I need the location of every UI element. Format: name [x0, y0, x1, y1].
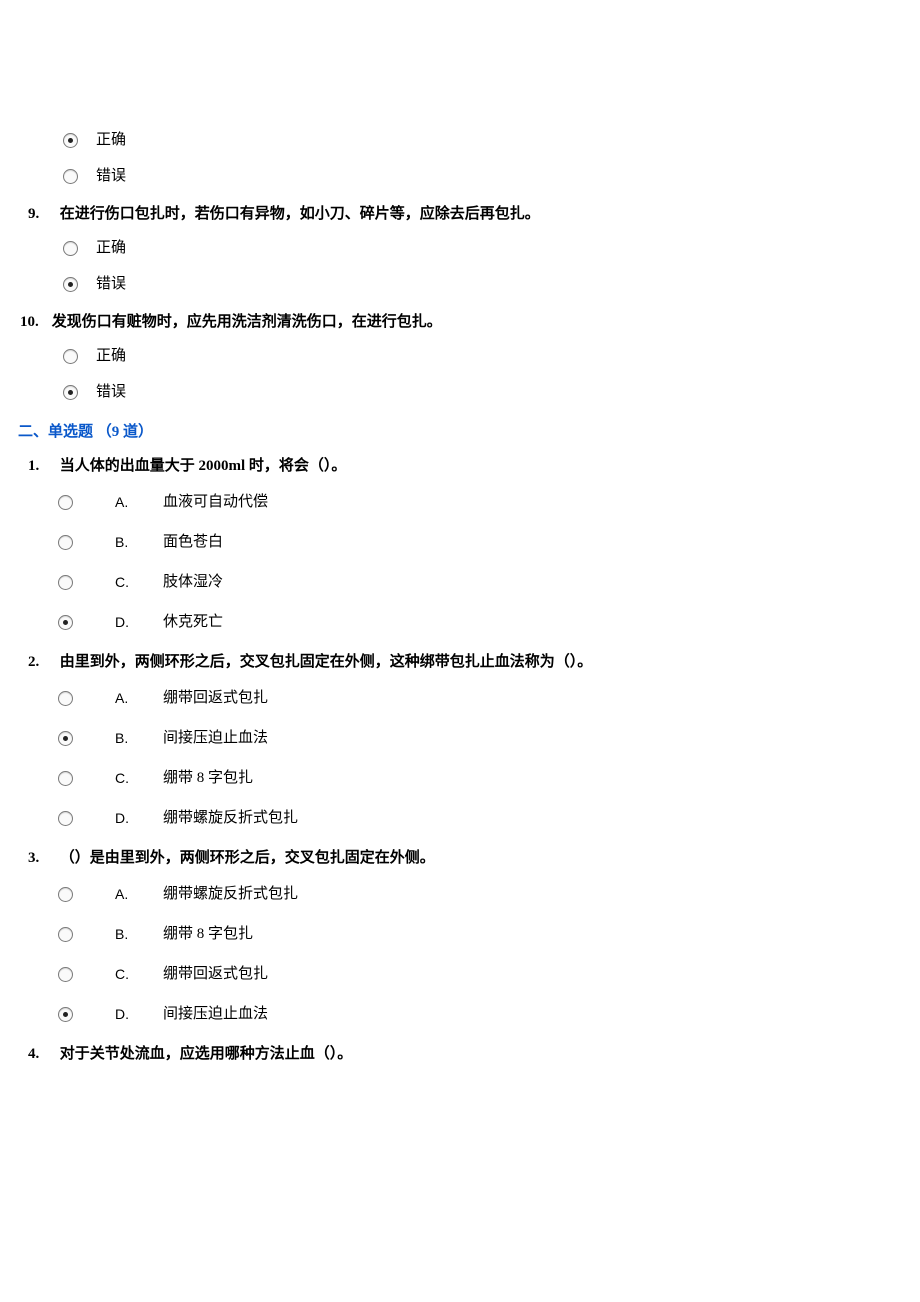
mc-q2-options: A. 绷带回返式包扎 B. 间接压迫止血法 C. 绷带 8 字包扎 D. 绷带螺… [18, 680, 902, 836]
option-letter: A. [115, 491, 163, 513]
q8-option-correct[interactable]: 正确 [63, 124, 902, 156]
mc-q2-option-c[interactable]: C. 绷带 8 字包扎 [58, 760, 902, 796]
q10-option-correct[interactable]: 正确 [63, 340, 902, 372]
option-text: 间接压迫止血法 [163, 1002, 268, 1026]
radio-unselected-icon [58, 495, 73, 510]
option-text: 血液可自动代偿 [163, 490, 268, 514]
option-text: 绷带螺旋反折式包扎 [163, 806, 298, 830]
radio-unselected-icon [63, 169, 78, 184]
radio-unselected-icon [63, 241, 78, 256]
option-letter: D. [115, 1003, 163, 1025]
radio-selected-icon [63, 133, 78, 148]
q9-text: 9. 在进行伤口包扎时，若伤口有异物，如小刀、碎片等，应除去后再包扎。 [28, 202, 902, 226]
radio-selected-icon [63, 277, 78, 292]
q8-options: 正确 错误 [18, 124, 902, 192]
option-text: 绷带 8 字包扎 [163, 922, 253, 946]
radio-selected-icon [58, 615, 73, 630]
radio-unselected-icon [58, 535, 73, 550]
radio-unselected-icon [58, 771, 73, 786]
question-body: 对于关节处流血，应选用哪种方法止血（）。 [60, 1046, 353, 1062]
mc-q3-option-d[interactable]: D. 间接压迫止血法 [58, 996, 902, 1032]
radio-selected-icon [58, 731, 73, 746]
q9-options: 正确 错误 [18, 232, 902, 300]
question-body: 发现伤口有赃物时，应先用洗洁剂清洗伤口，在进行包扎。 [52, 314, 442, 330]
radio-unselected-icon [58, 811, 73, 826]
mc-q1-option-d[interactable]: D. 休克死亡 [58, 604, 902, 640]
option-text: 绷带回返式包扎 [163, 962, 268, 986]
mc-q2-option-a[interactable]: A. 绷带回返式包扎 [58, 680, 902, 716]
option-text: 肢体湿冷 [163, 570, 223, 594]
mc-q1-option-a[interactable]: A. 血液可自动代偿 [58, 484, 902, 520]
option-text: 绷带 8 字包扎 [163, 766, 253, 790]
mc-q3-option-b[interactable]: B. 绷带 8 字包扎 [58, 916, 902, 952]
option-label: 正确 [96, 236, 126, 260]
radio-selected-icon [58, 1007, 73, 1022]
question-body: 由里到外，两侧环形之后，交叉包扎固定在外侧，这种绑带包扎止血法称为（）。 [60, 654, 593, 670]
radio-unselected-icon [58, 691, 73, 706]
question-number: 4. [28, 1042, 56, 1066]
option-letter: B. [115, 727, 163, 749]
q10-text: 10. 发现伤口有赃物时，应先用洗洁剂清洗伤口，在进行包扎。 [20, 310, 902, 334]
mc-q4-text: 4. 对于关节处流血，应选用哪种方法止血（）。 [28, 1042, 902, 1066]
question-body: 在进行伤口包扎时，若伤口有异物，如小刀、碎片等，应除去后再包扎。 [60, 206, 540, 222]
question-number: 3. [28, 846, 56, 870]
mc-q2-option-b[interactable]: B. 间接压迫止血法 [58, 720, 902, 756]
section2-header: 二、单选题 （9 道） [18, 420, 902, 444]
question-number: 1. [28, 454, 56, 478]
option-label: 错误 [96, 272, 126, 296]
radio-unselected-icon [58, 927, 73, 942]
option-text: 绷带螺旋反折式包扎 [163, 882, 298, 906]
option-label: 正确 [96, 344, 126, 368]
radio-unselected-icon [58, 887, 73, 902]
question-number: 2. [28, 650, 56, 674]
option-label: 错误 [96, 164, 126, 188]
option-text: 休克死亡 [163, 610, 223, 634]
radio-unselected-icon [58, 967, 73, 982]
option-text: 面色苍白 [163, 530, 223, 554]
option-letter: B. [115, 923, 163, 945]
option-label: 正确 [96, 128, 126, 152]
option-letter: B. [115, 531, 163, 553]
option-letter: A. [115, 687, 163, 709]
mc-q1-text: 1. 当人体的出血量大于 2000ml 时，将会（）。 [28, 454, 902, 478]
question-number: 10. [20, 310, 48, 334]
option-text: 间接压迫止血法 [163, 726, 268, 750]
option-letter: C. [115, 963, 163, 985]
question-body: 当人体的出血量大于 2000ml 时，将会（）。 [60, 458, 347, 474]
option-text: 绷带回返式包扎 [163, 686, 268, 710]
q9-option-correct[interactable]: 正确 [63, 232, 902, 264]
radio-unselected-icon [63, 349, 78, 364]
option-letter: C. [115, 767, 163, 789]
mc-q2-text: 2. 由里到外，两侧环形之后，交叉包扎固定在外侧，这种绑带包扎止血法称为（）。 [28, 650, 902, 674]
radio-unselected-icon [58, 575, 73, 590]
mc-q1-options: A. 血液可自动代偿 B. 面色苍白 C. 肢体湿冷 D. 休克死亡 [18, 484, 902, 640]
question-number: 9. [28, 202, 56, 226]
radio-selected-icon [63, 385, 78, 400]
option-label: 错误 [96, 380, 126, 404]
option-letter: A. [115, 883, 163, 905]
mc-q3-option-c[interactable]: C. 绷带回返式包扎 [58, 956, 902, 992]
mc-q1-option-b[interactable]: B. 面色苍白 [58, 524, 902, 560]
q10-option-wrong[interactable]: 错误 [63, 376, 902, 408]
q8-option-wrong[interactable]: 错误 [63, 160, 902, 192]
mc-q1-option-c[interactable]: C. 肢体湿冷 [58, 564, 902, 600]
option-letter: D. [115, 611, 163, 633]
option-letter: C. [115, 571, 163, 593]
mc-q2-option-d[interactable]: D. 绷带螺旋反折式包扎 [58, 800, 902, 836]
option-letter: D. [115, 807, 163, 829]
mc-q3-option-a[interactable]: A. 绷带螺旋反折式包扎 [58, 876, 902, 912]
mc-q3-text: 3. （）是由里到外，两侧环形之后，交叉包扎固定在外侧。 [28, 846, 902, 870]
mc-q3-options: A. 绷带螺旋反折式包扎 B. 绷带 8 字包扎 C. 绷带回返式包扎 D. 间… [18, 876, 902, 1032]
q9-option-wrong[interactable]: 错误 [63, 268, 902, 300]
exam-page: 正确 错误 9. 在进行伤口包扎时，若伤口有异物，如小刀、碎片等，应除去后再包扎… [0, 0, 920, 1112]
q10-options: 正确 错误 [18, 340, 902, 408]
question-body: （）是由里到外，两侧环形之后，交叉包扎固定在外侧。 [60, 850, 435, 866]
